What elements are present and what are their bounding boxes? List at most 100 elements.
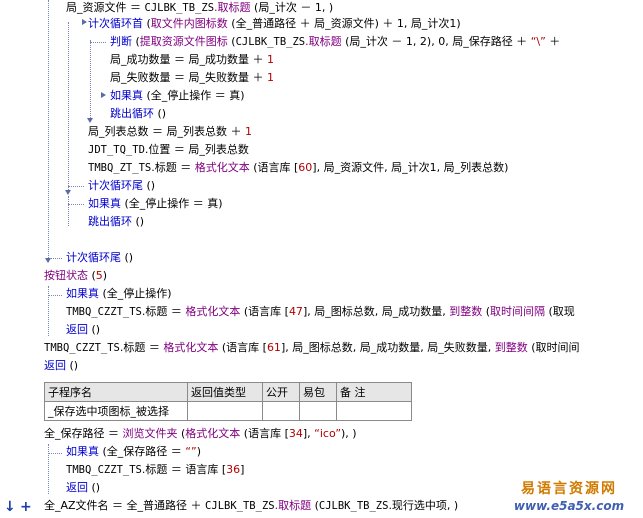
code-token: (全_普通路径 ＋ 局_资源文件) ＋ 1, 局_计次1) (227, 17, 461, 30)
subroutine-table-header: 子程序名 返回值类型 公开 易包 备 注 (44, 382, 412, 402)
code-token: 61 (266, 341, 281, 354)
line-if-stop-2[interactable]: 如果真 (全_停止操作 ＝ 真) (88, 195, 223, 213)
code-token: 局_资源文件 ＝ (66, 1, 145, 14)
line-save-path[interactable]: 全_保存路径 ＝ 浏览文件夹 (格式化文本 (语言库 [34], “ico”),… (44, 425, 357, 443)
line-for-loop-end-outer[interactable]: 计次循环尾 () (66, 249, 133, 267)
code-token: ) (102, 269, 108, 282)
line-return-1[interactable]: 返回 () (66, 321, 100, 339)
code-token: ( (311, 499, 319, 512)
line-czzt-lang[interactable]: TMBQ_CZZT_TS.标题 ＝ 语言库 [36] (66, 461, 244, 479)
code-token: (取时间间 (527, 341, 580, 354)
line-for-loop-end-inner[interactable]: 计次循环尾 () (88, 177, 155, 195)
code-token: .标题 ＝ 语言库 [ (141, 463, 227, 476)
sub-name-cell[interactable]: _保存选中项图标_被选择 (44, 401, 188, 421)
flow-arrow-icon (101, 92, 106, 98)
remark-cell[interactable] (336, 401, 412, 421)
code-token: 47 (288, 305, 303, 318)
code-token: .标题 ＝ (151, 161, 195, 174)
code-token: 按钮状态 (44, 269, 88, 282)
code-token: (局_计次 － 1, 2), 0, 局_保存路径 ＋ (341, 35, 531, 48)
code-token: ], (302, 427, 315, 440)
flow-arrow-icon (82, 19, 87, 25)
watermark-logo: 易语言资源网 www.e5a5x.com (495, 480, 643, 518)
code-token: 60 (298, 161, 313, 174)
code-token: 计次循环尾 (88, 179, 143, 192)
down-arrow-marker-icon[interactable]: ↓ (4, 500, 16, 514)
line-czzt-title-2[interactable]: TMBQ_CZZT_TS.标题 ＝ 格式化文本 (语言库 [61], 局_图标总… (44, 339, 580, 357)
line-progress-pos[interactable]: JDT_TQ_TD.位置 ＝ 局_列表总数 (88, 141, 249, 159)
code-token: (全_保存路径 ＝ (99, 445, 186, 458)
code-token: 1 (267, 71, 274, 84)
code-token: () (143, 179, 156, 192)
code-token: 返回 (66, 323, 88, 336)
line-success-count[interactable]: 局_成功数量 ＝ 局_成功数量 ＋ 1 (110, 51, 274, 69)
code-token: 全_AZ文件名 ＝ 全_普通路径 ＋ (44, 499, 206, 512)
code-token: 局_成功数量 ＝ 局_成功数量 ＋ (110, 53, 267, 66)
code-token: 36 (226, 463, 241, 476)
code-token: CJLBK_TB_ZS (205, 500, 275, 512)
code-token: ), ) (341, 427, 357, 440)
line-fail-count[interactable]: 局_失败数量 ＝ 局_失败数量 ＋ 1 (110, 69, 274, 87)
code-token: 提取资源文件图标 (139, 35, 228, 48)
line-return-3[interactable]: 返回 () (66, 479, 100, 497)
indent-guide (68, 196, 69, 226)
code-token: 取文件内图标数 (150, 17, 228, 30)
line-if-stop[interactable]: 如果真 (全_停止操作 ＝ 真) (110, 87, 245, 105)
code-token: 如果真 (66, 287, 99, 300)
indent-guide (48, 0, 49, 262)
watermark-url: www.e5a5x.com (513, 499, 625, 513)
table-row: _保存选中项图标_被选择 (44, 401, 412, 421)
code-token: “ico” (314, 427, 342, 440)
code-token: ( (143, 17, 151, 30)
code-token: 格式化文本 (185, 427, 241, 440)
line-break-outer[interactable]: 跳出循环 () (88, 213, 144, 231)
line-return-2[interactable]: 返回 () (44, 357, 78, 375)
line-if-stop-op[interactable]: 如果真 (全_停止操作) (66, 285, 172, 303)
indent-guide (68, 22, 69, 190)
line-czzt-title-1[interactable]: TMBQ_CZZT_TS.标题 ＝ 格式化文本 (语言库 [47], 局_图标总… (66, 303, 575, 321)
code-editor[interactable]: 局_资源文件 ＝ CJLBK_TB_ZS.取标题 (局_计次 － 1, ) 计次循… (0, 0, 643, 518)
code-token: (全_停止操作) (99, 287, 172, 300)
line-if-empty-path[interactable]: 如果真 (全_保存路径 ＝ “”) (66, 443, 201, 461)
code-token: 1 (245, 125, 252, 138)
public-cell[interactable] (262, 401, 300, 421)
code-token: 判断 (110, 35, 132, 48)
col-remark: 备 注 (336, 382, 412, 402)
line-az-filename[interactable]: 全_AZ文件名 ＝ 全_普通路径 ＋ CJLBK_TB_ZS.取标题 (CJLB… (44, 497, 458, 515)
code-token: TMBQ_CZZT_TS (66, 306, 142, 318)
code-token: .标题 ＝ (119, 341, 164, 354)
code-token: ) (196, 445, 201, 458)
code-token: ) (240, 89, 245, 102)
line-list-total[interactable]: 局_列表总数 ＝ 局_列表总数 ＋ 1 (88, 123, 252, 141)
line-break-inner[interactable]: 跳出循环 () (110, 105, 166, 123)
return-type-cell[interactable] (187, 401, 263, 421)
line-if-extract-icon[interactable]: 判断 (提取资源文件图标 (CJLBK_TB_ZS.取标题 (局_计次 － 1,… (110, 33, 560, 51)
code-token: (语言库 [ (240, 305, 289, 318)
plus-marker-icon[interactable]: + (20, 500, 32, 514)
flow-arrow-icon (65, 190, 71, 195)
code-token: ], 局_图标总数, 局_成功数量, 局_失败数量, (280, 341, 495, 354)
code-token: JDT_TQ_TD (88, 144, 145, 156)
code-token: 跳出循环 (110, 107, 154, 120)
epkg-cell[interactable] (299, 401, 337, 421)
code-token: () (88, 481, 101, 494)
code-token: ( (132, 35, 140, 48)
code-token: 取时间间隔 (490, 305, 546, 318)
code-token: .取标题 (305, 35, 342, 48)
code-token: 返回 (66, 481, 88, 494)
code-token: (语言库 [ (240, 427, 289, 440)
code-token: 计次循环尾 (66, 251, 121, 264)
indent-guide (90, 40, 91, 120)
line-button-state[interactable]: 按钮状态 (5) (44, 267, 107, 285)
line-for-loop-start[interactable]: 计次循环首 (取文件内图标数 (全_普通路径 ＋ 局_资源文件) ＋ 1, 局_… (88, 15, 461, 33)
indent-guide (48, 286, 49, 336)
code-token: 格式化文本 (185, 305, 241, 318)
code-token: 如果真 (88, 197, 121, 210)
code-token: 如果真 (66, 445, 99, 458)
code-token: TMBQ_ZT_TS (88, 162, 152, 174)
code-token: ( (482, 305, 491, 318)
code-token: ( (227, 35, 236, 48)
code-token: CJLBK_TB_ZS (235, 36, 306, 48)
code-token: TMBQ_CZZT_TS (44, 342, 120, 354)
line-status-title[interactable]: TMBQ_ZT_TS.标题 ＝ 格式化文本 (语言库 [60], 局_资源文件,… (88, 159, 508, 177)
